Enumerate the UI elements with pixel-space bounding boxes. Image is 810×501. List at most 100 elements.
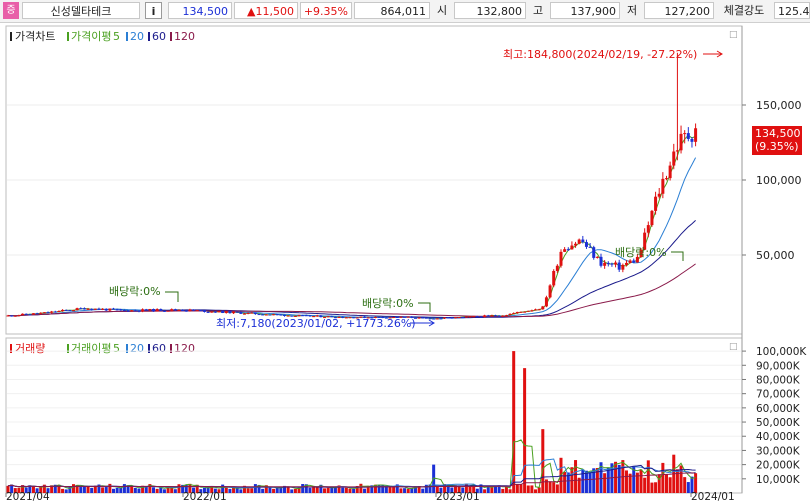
candle-body xyxy=(173,309,177,311)
volume-bar xyxy=(352,488,356,493)
volume-bar xyxy=(392,487,396,493)
volume-bar xyxy=(152,487,156,493)
candle-body xyxy=(264,314,268,316)
volume-bar xyxy=(617,464,621,493)
volume-bar xyxy=(603,473,607,493)
candle-body xyxy=(279,314,283,316)
candle-body xyxy=(457,317,461,319)
candle-body xyxy=(483,315,487,318)
volume-bar xyxy=(584,470,588,493)
candle-body xyxy=(439,318,443,320)
candle-body xyxy=(432,318,436,320)
volume-bar xyxy=(326,487,330,493)
candle-body xyxy=(552,270,556,286)
open-label: 시 xyxy=(432,2,452,19)
candle-body xyxy=(628,260,632,263)
candle-body xyxy=(624,262,628,265)
volume-bar xyxy=(606,467,610,493)
candle-body xyxy=(672,151,676,166)
candle-body xyxy=(592,247,596,258)
candle-body xyxy=(453,317,457,319)
volume-bar xyxy=(272,488,276,493)
candle-body xyxy=(202,310,206,312)
volume-tick-label: 50,000K xyxy=(756,417,801,429)
candle-body xyxy=(443,317,447,319)
volume-panel xyxy=(5,337,743,494)
price-tick-label: 50,000 xyxy=(756,249,795,262)
volume-bar xyxy=(101,487,105,493)
stock-name-field[interactable]: 신성델타테크 xyxy=(22,2,140,19)
candle-body xyxy=(155,309,159,312)
high-label: 고 xyxy=(528,2,548,19)
candle-body xyxy=(148,308,152,311)
candle-body xyxy=(683,133,687,135)
volume-bar xyxy=(421,488,425,493)
volume-bar xyxy=(515,484,519,493)
candle-body xyxy=(195,310,199,312)
volume-bar xyxy=(162,489,166,493)
candle-body xyxy=(42,312,46,314)
candle-body xyxy=(632,260,636,263)
volume-bar xyxy=(654,482,658,493)
volume-bar xyxy=(643,477,647,493)
candle-body xyxy=(206,311,210,313)
candle-body xyxy=(450,317,454,319)
volume-bar xyxy=(90,487,94,493)
candle-body xyxy=(152,308,156,312)
x-tick-label: 2022/01 xyxy=(183,491,227,501)
current-price-tag: 134,500 (9.35%) xyxy=(752,126,802,155)
volume-panel-close-icon[interactable]: □ xyxy=(729,342,738,352)
info-button[interactable]: i xyxy=(145,2,162,19)
candle-body xyxy=(10,315,14,317)
candle-body xyxy=(523,311,527,313)
candle-body xyxy=(17,315,21,317)
candle-body xyxy=(559,251,563,266)
candle-body xyxy=(235,311,239,313)
candle-body xyxy=(690,138,694,142)
current-price-tag-pct: (9.35%) xyxy=(755,140,799,153)
price-tick-label: 150,000 xyxy=(756,99,802,112)
dividend-label: 배당락:0% xyxy=(615,246,667,259)
volume-bar xyxy=(388,486,392,493)
candle-body xyxy=(181,310,185,312)
legend-ma-5: 5 xyxy=(113,30,120,43)
candle-body xyxy=(224,311,228,313)
candle-body xyxy=(217,310,221,313)
x-tick-label: 2023/01 xyxy=(436,491,480,501)
candle-body xyxy=(650,210,654,226)
volume-bar xyxy=(261,488,265,493)
candle-body xyxy=(541,306,545,310)
candle-body xyxy=(461,317,465,319)
candle-body xyxy=(694,128,698,142)
candle-body xyxy=(184,310,188,312)
candle-body xyxy=(668,165,672,179)
candle-body xyxy=(261,314,265,316)
candle-body xyxy=(97,308,101,310)
volume-bar xyxy=(122,484,126,493)
volume-bar xyxy=(344,487,348,493)
price-panel-close-icon[interactable]: □ xyxy=(729,30,738,40)
candle-body xyxy=(159,309,163,311)
legend-vma-60: 60 xyxy=(152,342,166,355)
volume-bar xyxy=(675,469,679,493)
candle-body xyxy=(588,246,592,248)
candle-body xyxy=(508,313,512,316)
price-change: ▲11,500 xyxy=(234,2,298,19)
legend-vma-20: 20 xyxy=(130,342,144,355)
strength-value: 125.4 xyxy=(774,2,810,19)
volume-bar xyxy=(61,488,65,493)
candle-body xyxy=(246,312,250,314)
candle-body xyxy=(621,264,625,270)
volume-bar xyxy=(301,484,305,493)
candle-body xyxy=(210,311,214,313)
volume-bar xyxy=(112,488,116,493)
candle-body xyxy=(192,309,196,311)
current-price-tag-value: 134,500 xyxy=(755,127,801,140)
candle-body xyxy=(475,316,479,318)
candle-body xyxy=(272,314,276,316)
candle-body xyxy=(275,314,279,316)
volume-bar xyxy=(235,488,239,493)
candle-body xyxy=(497,315,501,317)
candle-body xyxy=(122,310,126,312)
low-annotation: 최저:7,180(2023/01/02, +1773.26%) xyxy=(216,317,416,330)
